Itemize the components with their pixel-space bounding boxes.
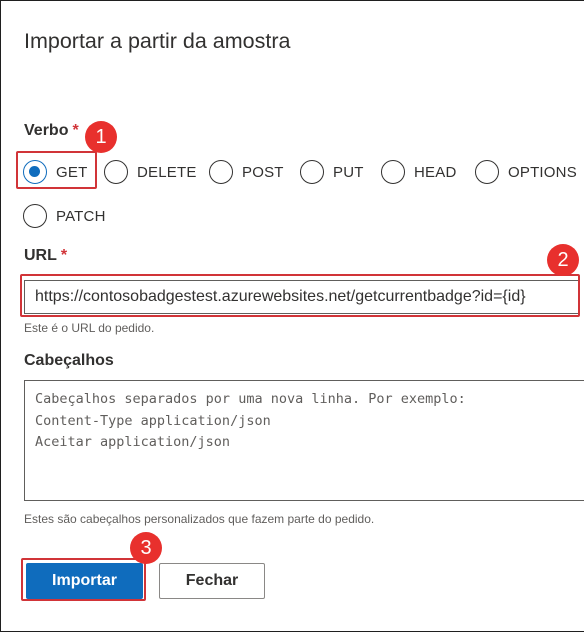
verb-label-text: Verbo — [24, 122, 69, 139]
radio-head-label: HEAD — [414, 163, 457, 181]
highlight-get — [16, 151, 97, 189]
url-label-text: URL — [24, 247, 57, 264]
radio-delete-label: DELETE — [137, 163, 197, 181]
radio-options[interactable]: OPTIONS — [475, 157, 577, 187]
step-badge-2: 2 — [547, 244, 579, 276]
radio-put-circle[interactable] — [300, 160, 324, 184]
headers-helper-text: Estes são cabeçalhos personalizados que … — [24, 512, 375, 526]
close-button[interactable]: Fechar — [159, 563, 265, 599]
dialog-title: Importar a partir da amostra — [24, 29, 291, 53]
radio-delete[interactable]: DELETE — [104, 157, 197, 187]
radio-options-label: OPTIONS — [508, 163, 577, 181]
radio-post-circle[interactable] — [209, 160, 233, 184]
radio-put[interactable]: PUT — [300, 157, 364, 187]
verb-label: Verbo * — [24, 122, 79, 140]
headers-textarea[interactable] — [24, 380, 584, 501]
url-helper-text: Este é o URL do pedido. — [24, 321, 155, 335]
radio-options-circle[interactable] — [475, 160, 499, 184]
radio-patch-circle[interactable] — [23, 204, 47, 228]
verb-required-mark: * — [72, 122, 79, 139]
radio-head[interactable]: HEAD — [381, 157, 456, 187]
radio-post[interactable]: POST — [209, 157, 284, 187]
highlight-url — [20, 274, 580, 317]
radio-patch-label: PATCH — [56, 207, 106, 225]
url-label: URL * — [24, 247, 67, 265]
radio-post-label: POST — [242, 163, 284, 181]
url-required-mark: * — [60, 247, 68, 264]
radio-delete-circle[interactable] — [104, 160, 128, 184]
radio-put-label: PUT — [333, 163, 364, 181]
radio-patch[interactable]: PATCH — [23, 201, 106, 231]
radio-head-circle[interactable] — [381, 160, 405, 184]
highlight-import — [21, 558, 146, 601]
step-badge-1: 1 — [85, 121, 117, 153]
step-badge-3: 3 — [130, 532, 162, 564]
headers-label: Cabeçalhos — [24, 352, 114, 369]
